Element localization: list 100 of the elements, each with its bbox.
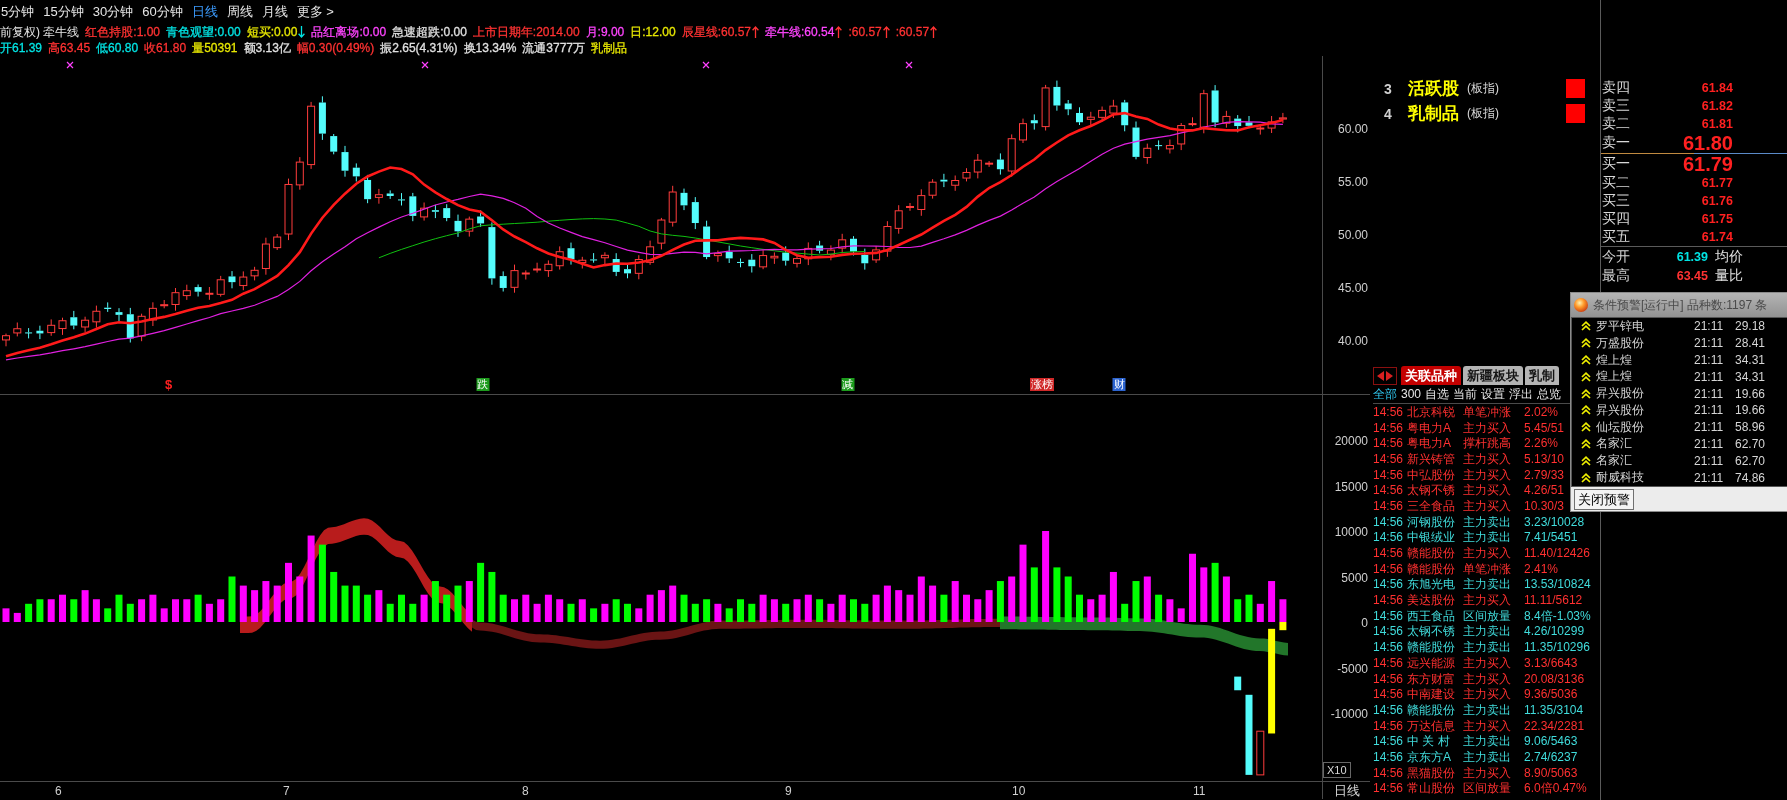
histogram-bar bbox=[1256, 730, 1265, 776]
period-tab[interactable]: 60分钟 bbox=[142, 3, 183, 21]
order-price: 61.84 bbox=[1700, 81, 1733, 95]
panel-tab[interactable]: 乳制 bbox=[1525, 366, 1559, 385]
signal-time: 14:56 bbox=[1373, 671, 1404, 686]
stock-name: 名家汇 bbox=[1596, 452, 1633, 470]
falling-candlestick bbox=[703, 220, 711, 260]
falling-candlestick bbox=[398, 192, 405, 206]
falling-candlestick bbox=[228, 270, 236, 289]
stock-name: 昇兴股份 bbox=[1596, 401, 1645, 419]
double-chevron-up-icon bbox=[1581, 371, 1591, 382]
signal-time: 14:56 bbox=[1373, 546, 1404, 561]
signal-type: 主力卖出 bbox=[1463, 530, 1511, 545]
panel-tab[interactable]: 新疆板块 bbox=[1463, 366, 1523, 385]
panel-tab[interactable]: 关联品种 bbox=[1401, 366, 1461, 385]
left-arrow-icon[interactable] bbox=[1377, 371, 1384, 381]
order-price: 61.81 bbox=[1700, 117, 1733, 131]
signal-type: 区间放量 bbox=[1463, 781, 1511, 796]
signal-type: 主力买入 bbox=[1463, 467, 1511, 482]
period-tab[interactable]: 15分钟 bbox=[43, 3, 84, 21]
order-price: 61.76 bbox=[1700, 194, 1733, 208]
stock-name: 耐威科技 bbox=[1596, 469, 1645, 487]
alert-price: 28.41 bbox=[1735, 336, 1766, 351]
filter-tab[interactable]: 浮出 bbox=[1509, 385, 1534, 403]
axis-label: 60.00 bbox=[1337, 122, 1368, 136]
period-tab[interactable]: 5分钟 bbox=[1, 3, 35, 21]
order-level-label: 买四 bbox=[1602, 210, 1631, 228]
double-chevron-up-icon bbox=[1581, 338, 1591, 349]
filter-tab[interactable]: 300 bbox=[1401, 387, 1422, 401]
period-tab[interactable]: 日线 bbox=[191, 3, 218, 21]
signal-type: 主力买入 bbox=[1463, 451, 1511, 466]
period-tab[interactable]: 更多 > bbox=[296, 3, 334, 21]
event-tag: $ bbox=[164, 378, 174, 392]
indicator-value: 红色持股:1.00 bbox=[85, 23, 161, 41]
sector-name[interactable]: 乳制品 bbox=[1408, 102, 1459, 125]
signal-time: 14:56 bbox=[1373, 498, 1404, 513]
signal-type: 单笔冲涨 bbox=[1463, 404, 1511, 419]
signal-time: 14:56 bbox=[1373, 530, 1404, 545]
signal-type: 主力买入 bbox=[1463, 671, 1511, 686]
alert-price: 34.31 bbox=[1735, 353, 1766, 367]
stock-name: 煌上煌 bbox=[1596, 368, 1633, 386]
cross-mark-icon bbox=[702, 61, 710, 69]
double-chevron-up-icon bbox=[1581, 472, 1591, 483]
alert-time: 21:11 bbox=[1694, 336, 1725, 351]
quote-value: 额3.13亿 bbox=[243, 39, 291, 57]
falling-candlestick bbox=[1121, 99, 1129, 132]
signal-value: 11.40/12426 bbox=[1524, 546, 1590, 561]
right-arrow-icon[interactable] bbox=[1386, 371, 1393, 381]
signal-value: 4.26/10299 bbox=[1524, 624, 1585, 639]
falling-candlestick bbox=[1245, 115, 1253, 129]
filter-tab[interactable]: 设置 bbox=[1481, 385, 1506, 403]
alert-price: 58.96 bbox=[1735, 420, 1766, 435]
stock-name: 中南建设 bbox=[1407, 687, 1455, 702]
indicator-value: 短买:0.00 bbox=[246, 23, 298, 41]
order-level-label: 买三 bbox=[1602, 192, 1631, 210]
quote-value: 收61.80 bbox=[144, 39, 187, 57]
order-level-label: 买五 bbox=[1602, 228, 1631, 246]
period-label: 日线 bbox=[1333, 781, 1360, 800]
falling-candlestick bbox=[850, 235, 857, 256]
stock-name: 中 关 村 bbox=[1407, 734, 1450, 749]
filter-tab[interactable]: 当前 bbox=[1453, 385, 1478, 403]
signal-value: 8.4倍-1.03% bbox=[1524, 608, 1591, 623]
stock-name: 美达股份 bbox=[1407, 593, 1455, 608]
double-chevron-up-icon bbox=[1581, 438, 1591, 449]
signal-type: 主力买入 bbox=[1463, 655, 1511, 670]
stock-name: 河钢股份 bbox=[1407, 514, 1455, 529]
axis-label: -10000 bbox=[1330, 707, 1368, 721]
falling-candlestick bbox=[691, 196, 699, 230]
rank-number: 4 bbox=[1384, 105, 1393, 122]
falling-candlestick bbox=[725, 245, 733, 264]
signal-type: 主力卖出 bbox=[1463, 749, 1511, 764]
order-price: 61.79 bbox=[1681, 152, 1733, 176]
double-chevron-up-icon bbox=[1581, 405, 1591, 416]
filter-tab[interactable]: 自选 bbox=[1425, 385, 1450, 403]
stock-name: 赣能股份 bbox=[1407, 702, 1455, 717]
axis-label: 50.00 bbox=[1337, 228, 1368, 242]
signal-time: 14:56 bbox=[1373, 655, 1404, 670]
alert-price: 19.66 bbox=[1735, 386, 1766, 401]
signal-type: 主力买入 bbox=[1463, 546, 1511, 561]
period-tab[interactable]: 周线 bbox=[226, 3, 253, 21]
filter-tab[interactable]: 总览 bbox=[1537, 385, 1562, 403]
stock-name: 煌上煌 bbox=[1596, 351, 1633, 369]
filter-tab[interactable]: 全部 bbox=[1373, 385, 1397, 403]
falling-candlestick bbox=[341, 145, 349, 178]
period-tab[interactable]: 30分钟 bbox=[92, 3, 134, 21]
order-level-label: 卖一 bbox=[1602, 134, 1631, 152]
falling-candlestick bbox=[126, 307, 134, 343]
double-chevron-up-icon bbox=[1581, 321, 1591, 332]
square-marker-icon bbox=[1566, 104, 1585, 123]
histogram-bar bbox=[1234, 676, 1242, 691]
signal-time: 14:56 bbox=[1373, 514, 1404, 529]
signal-type: 主力卖出 bbox=[1463, 514, 1511, 529]
falling-candlestick bbox=[499, 270, 507, 292]
alert-price: 29.18 bbox=[1735, 319, 1766, 334]
sector-name[interactable]: 活跃股 bbox=[1408, 77, 1459, 100]
falling-candlestick bbox=[567, 242, 575, 266]
indicator-title: 前复权) 牵牛线 bbox=[0, 23, 80, 41]
indicator-value: 辰星线:60.57 bbox=[681, 23, 752, 41]
close-alert-button[interactable]: 关闭预警 bbox=[1574, 488, 1634, 510]
period-tab[interactable]: 月线 bbox=[261, 3, 288, 21]
